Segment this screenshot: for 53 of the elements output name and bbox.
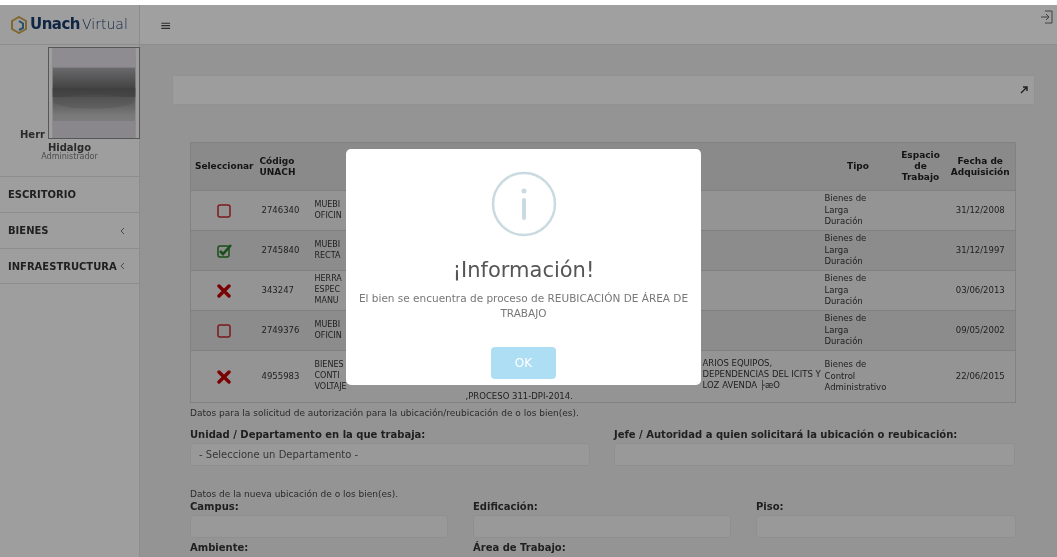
field-label: Edificación: bbox=[473, 501, 539, 513]
column-header: Seleccionar bbox=[190, 142, 258, 191]
table-cell: 03/06/2013 bbox=[945, 270, 1016, 311]
column-header: Código UNACH bbox=[257, 142, 313, 191]
menu-toggle-button[interactable]: ≡ bbox=[160, 17, 172, 32]
column-header: Tipo bbox=[820, 142, 896, 191]
checkbox[interactable] bbox=[216, 243, 232, 258]
logo-text: Unach bbox=[30, 14, 81, 36]
table-cell: LOZ AVENDA ├æO bbox=[702, 379, 781, 391]
form-intro: Datos de la nueva ubicación de o los bien(es). bbox=[190, 487, 400, 501]
checkbox[interactable] bbox=[217, 203, 232, 218]
checkbox[interactable] bbox=[217, 323, 232, 338]
select-field[interactable]: - Seleccione un Departamento - bbox=[190, 442, 590, 466]
table-cell: 09/05/2002 bbox=[945, 310, 1016, 351]
menu-label: INFRAESTRUCTURA bbox=[8, 259, 117, 274]
table-cell: 2745840 bbox=[257, 230, 313, 271]
expand-icon[interactable] bbox=[1020, 86, 1028, 94]
table-cell: ARIOS EQUIPOS, bbox=[702, 357, 773, 369]
table-cell: Bienes de Larga Duración bbox=[820, 190, 896, 231]
field-label: Piso: bbox=[756, 501, 785, 513]
table-cell: 343247 bbox=[257, 270, 313, 311]
table-cell: Bienes de Larga Duración bbox=[820, 270, 896, 311]
table-cell: Bienes de Control Administrativo bbox=[820, 350, 896, 403]
table-cell: 4955983 bbox=[257, 350, 313, 403]
form-intro: Datos para la solicitud de autorización para la ubicación/reubicación de o los bien(es). bbox=[190, 407, 580, 420]
table-cell: Bienes de Larga Duración bbox=[820, 230, 896, 271]
table-cell: 2749376 bbox=[257, 310, 313, 351]
column-header: Fecha de Adquisición bbox=[945, 142, 1016, 191]
table-cell: DEPENDENCIAS DEL ICITS Y bbox=[702, 368, 821, 380]
field-label: Área de Trabajo: bbox=[473, 542, 567, 554]
user-name: Hidalgo bbox=[47, 142, 92, 153]
user-role: Administrador bbox=[40, 153, 99, 162]
sidebar-item[interactable]: ESCRITORIO bbox=[0, 176, 139, 212]
field-label: Jefe / Autoridad a quien solicitará la ubicación o reubicación: bbox=[614, 428, 959, 441]
logo-subtitle: Virtual bbox=[82, 15, 128, 34]
table-cell: Bienes de Larga Duración bbox=[820, 310, 896, 351]
field-label: Unidad / Departamento en la que trabaja: bbox=[190, 428, 427, 441]
field-label: Campus: bbox=[190, 501, 240, 513]
user-name: Herr bbox=[19, 129, 45, 140]
menu-label: ESCRITORIO bbox=[8, 188, 77, 202]
table-cell: 31/12/2008 bbox=[945, 190, 1016, 231]
field-label: Ambiente: bbox=[190, 542, 250, 554]
table-cell: ,PROCESO 311-DPI-2014. bbox=[465, 390, 573, 402]
table-cell: 2746340 bbox=[257, 190, 313, 231]
menu-label: BIENES bbox=[8, 224, 49, 238]
logo-icon bbox=[10, 15, 28, 34]
sidebar-item[interactable]: INFRAESTRUCTURA bbox=[0, 248, 139, 284]
table-cell: 22/06/2015 bbox=[945, 350, 1016, 403]
column-header: Espacio de Trabajo bbox=[895, 142, 946, 191]
logout-icon[interactable] bbox=[1040, 9, 1053, 25]
table-cell: 31/12/1997 bbox=[945, 230, 1016, 271]
sidebar-item[interactable]: BIENES bbox=[0, 212, 139, 248]
info-icon bbox=[490, 171, 557, 237]
